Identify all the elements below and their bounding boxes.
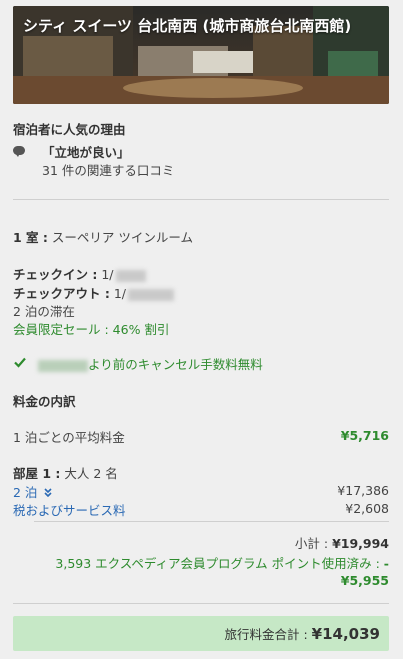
divider <box>34 521 389 522</box>
subtotal-value: ¥19,994 <box>332 536 389 551</box>
member-sale: 会員限定セール : 46% 割引 <box>13 322 170 337</box>
checkin-label: チェックイン : <box>13 267 98 282</box>
total-label: 旅行料金合計 : <box>224 627 308 642</box>
total-value: ¥14,039 <box>311 625 380 643</box>
room-summary: 1 室 : スーペリア ツインルーム <box>13 227 193 246</box>
points-text: 3,593 エクスペディア会員プログラム ポイント使用済み : <box>55 556 380 571</box>
checkout-value: 1/ <box>113 286 127 301</box>
popular-heading: 宿泊者に人気の理由 <box>13 122 126 137</box>
tax-price: ¥2,608 <box>345 501 389 516</box>
subtotal-label: 小計 : <box>294 536 329 551</box>
avg-price-value: ¥5,716 <box>340 428 389 443</box>
breakdown-heading: 料金の内訳 <box>13 394 76 409</box>
nights-toggle[interactable]: 2 泊 <box>13 482 52 501</box>
tax-link[interactable]: 税およびサービス料 <box>13 500 126 519</box>
checkout-label: チェックアウト : <box>13 286 110 301</box>
redacted-date <box>128 288 175 301</box>
nights-link[interactable]: 2 泊 <box>13 485 37 500</box>
nights-price: ¥17,386 <box>337 483 389 498</box>
points-value: ¥5,955 <box>340 573 389 588</box>
free-cancellation: より前のキャンセル手数料無料 <box>36 354 263 373</box>
speech-bubble-icon <box>13 146 25 157</box>
room-type: スーペリア ツインルーム <box>51 230 193 245</box>
room-guests-row: 部屋 1 : 大人 2 名 <box>13 463 118 482</box>
room-guests: 大人 2 名 <box>64 466 118 481</box>
rooms-label: 1 室 : <box>13 230 48 245</box>
review-count: 31 件の関連する口コミ <box>42 163 175 178</box>
checkin-value: 1/ <box>101 267 114 282</box>
stay-length: 2 泊の滞在 <box>13 304 75 319</box>
redacted-date <box>115 269 146 282</box>
checkin-row: チェックイン : 1/ <box>13 264 146 283</box>
checkout-row: チェックアウト : 1/ <box>13 283 175 302</box>
divider <box>13 603 389 604</box>
checkmark-icon <box>14 357 26 368</box>
room-label: 部屋 1 : <box>13 466 61 481</box>
chevron-double-down-icon[interactable] <box>44 488 52 498</box>
points-dash: - <box>383 556 389 571</box>
popular-reason: 「立地が良い」 <box>42 145 130 160</box>
redacted-date <box>38 359 88 372</box>
subtotal-row: 小計 : ¥19,994 <box>295 533 389 552</box>
hotel-title: シティ スイーツ 台北南西 (城市商旅台北南西館) <box>23 17 352 35</box>
cancel-text: より前のキャンセル手数料無料 <box>88 357 263 372</box>
avg-price-label: 1 泊ごとの平均料金 <box>13 430 125 445</box>
total-row: 旅行料金合計 : ¥14,039 <box>225 624 381 643</box>
points-row: 3,593 エクスペディア会員プログラム ポイント使用済み : - <box>55 553 389 572</box>
divider <box>13 199 389 200</box>
hotel-hero-image: シティ スイーツ 台北南西 (城市商旅台北南西館) <box>13 6 389 104</box>
